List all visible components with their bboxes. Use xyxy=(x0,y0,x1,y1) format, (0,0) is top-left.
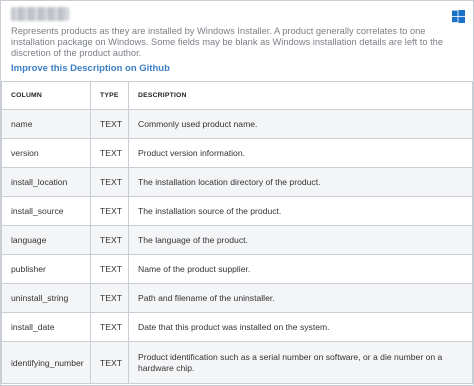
table-row: install_source TEXT The installation sou… xyxy=(1,196,473,226)
column-name-cell: install_location xyxy=(1,167,91,197)
table-row: language TEXT The language of the produc… xyxy=(1,225,473,255)
column-type-cell: TEXT xyxy=(90,254,129,284)
column-description-cell: Product version information. xyxy=(128,138,473,168)
column-type-cell: TEXT xyxy=(90,312,129,342)
column-type-cell: TEXT xyxy=(90,283,129,313)
column-header: COLUMN xyxy=(1,81,91,110)
table-row: install_date TEXT Date that this product… xyxy=(1,312,473,342)
column-description-cell: Path and filename of the uninstaller. xyxy=(128,283,473,313)
table-row: install_location TEXT The installation l… xyxy=(1,167,473,197)
table-row: identifying_number TEXT Product identifi… xyxy=(1,341,473,384)
description-header: DESCRIPTION xyxy=(128,81,473,110)
table-row: version TEXT Product version information… xyxy=(1,138,473,168)
column-description-cell: Commonly used product name. xyxy=(128,109,473,139)
table-row: publisher TEXT Name of the product suppl… xyxy=(1,254,473,284)
column-name-cell: identifying_number xyxy=(1,341,91,384)
table-title-redacted xyxy=(11,7,69,21)
table-description: Represents products as they are installe… xyxy=(11,26,444,58)
column-type-cell: TEXT xyxy=(90,341,129,384)
column-type-cell: TEXT xyxy=(90,109,129,139)
table-row: name TEXT Commonly used product name. xyxy=(1,109,473,139)
column-description-cell: Date that this product was installed on … xyxy=(128,312,473,342)
windows-logo-icon xyxy=(452,10,465,23)
column-name-cell: name xyxy=(1,109,91,139)
column-description-cell: The language of the product. xyxy=(128,225,473,255)
type-header: TYPE xyxy=(90,81,129,110)
column-name-cell: language xyxy=(1,225,91,255)
table-header-row: COLUMN TYPE DESCRIPTION xyxy=(1,81,473,110)
column-description-cell: Name of the product supplier. xyxy=(128,254,473,284)
column-name-cell: install_source xyxy=(1,196,91,226)
column-name-cell: uninstall_string xyxy=(1,283,91,313)
column-type-cell: TEXT xyxy=(90,167,129,197)
table-row: uninstall_string TEXT Path and filename … xyxy=(1,283,473,313)
column-name-cell: install_date xyxy=(1,312,91,342)
column-name-cell: version xyxy=(1,138,91,168)
column-name-cell: publisher xyxy=(1,254,91,284)
column-description-cell: Product identification such as a serial … xyxy=(128,341,473,384)
columns-table: COLUMN TYPE DESCRIPTION name TEXT Common… xyxy=(1,81,473,384)
improve-description-link[interactable]: Improve this Description on Github xyxy=(11,63,170,74)
column-description-cell: The installation location directory of t… xyxy=(128,167,473,197)
column-type-cell: TEXT xyxy=(90,225,129,255)
column-description-cell: The installation source of the product. xyxy=(128,196,473,226)
column-type-cell: TEXT xyxy=(90,138,129,168)
column-type-cell: TEXT xyxy=(90,196,129,226)
